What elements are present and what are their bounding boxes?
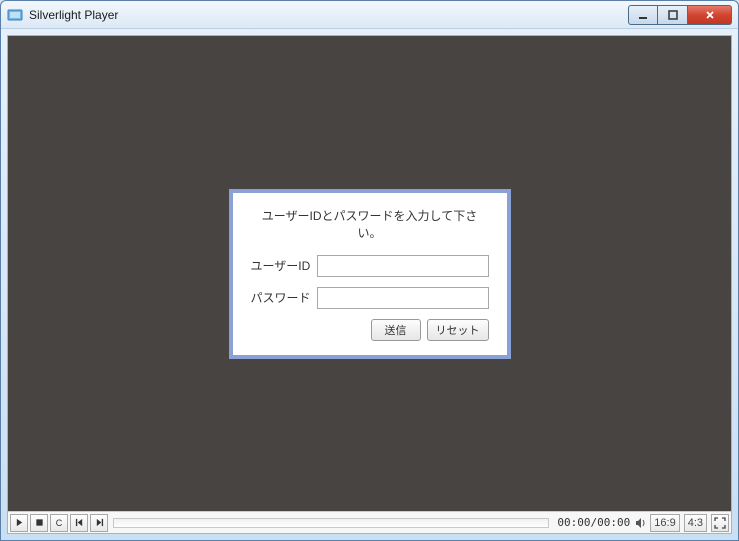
- submit-button[interactable]: 送信: [371, 319, 421, 341]
- prev-button[interactable]: [70, 514, 88, 532]
- login-prompt: ユーザーIDとパスワードを入力して下さい。: [251, 207, 489, 241]
- client-area: ユーザーIDとパスワードを入力して下さい。 ユーザーID パスワード 送信 リセ…: [7, 35, 732, 534]
- window-controls: [628, 5, 732, 25]
- aspect-169-label: 16:9: [654, 517, 675, 529]
- seek-bar[interactable]: [113, 518, 549, 528]
- userid-row: ユーザーID: [251, 255, 489, 277]
- password-row: パスワード: [251, 287, 489, 309]
- player-bar: C 00:00/00:00 16:9 4:3: [8, 511, 731, 533]
- aspect-169-button[interactable]: 16:9: [650, 514, 679, 532]
- maximize-button[interactable]: [658, 5, 688, 25]
- volume-icon[interactable]: [634, 517, 648, 529]
- minimize-button[interactable]: [628, 5, 658, 25]
- reset-button[interactable]: リセット: [427, 319, 489, 341]
- login-dialog: ユーザーIDとパスワードを入力して下さい。 ユーザーID パスワード 送信 リセ…: [229, 189, 511, 359]
- chapter-button[interactable]: C: [50, 514, 68, 532]
- play-button[interactable]: [10, 514, 28, 532]
- close-button[interactable]: [688, 5, 732, 25]
- video-stage: ユーザーIDとパスワードを入力して下さい。 ユーザーID パスワード 送信 リセ…: [8, 36, 731, 511]
- chapter-label: C: [56, 518, 63, 528]
- aspect-43-label: 4:3: [688, 517, 703, 529]
- userid-label: ユーザーID: [251, 257, 317, 274]
- password-input[interactable]: [317, 287, 489, 309]
- password-label: パスワード: [251, 289, 317, 306]
- fullscreen-button[interactable]: [711, 514, 729, 532]
- app-icon: [7, 7, 23, 23]
- form-buttons: 送信 リセット: [251, 319, 489, 341]
- window-title: Silverlight Player: [29, 8, 628, 22]
- time-display: 00:00/00:00: [557, 516, 630, 529]
- userid-input[interactable]: [317, 255, 489, 277]
- app-window: Silverlight Player ユーザーIDとパスワードを入力して下さい。…: [0, 0, 739, 541]
- aspect-43-button[interactable]: 4:3: [684, 514, 707, 532]
- stop-button[interactable]: [30, 514, 48, 532]
- titlebar: Silverlight Player: [1, 1, 738, 29]
- next-button[interactable]: [90, 514, 108, 532]
